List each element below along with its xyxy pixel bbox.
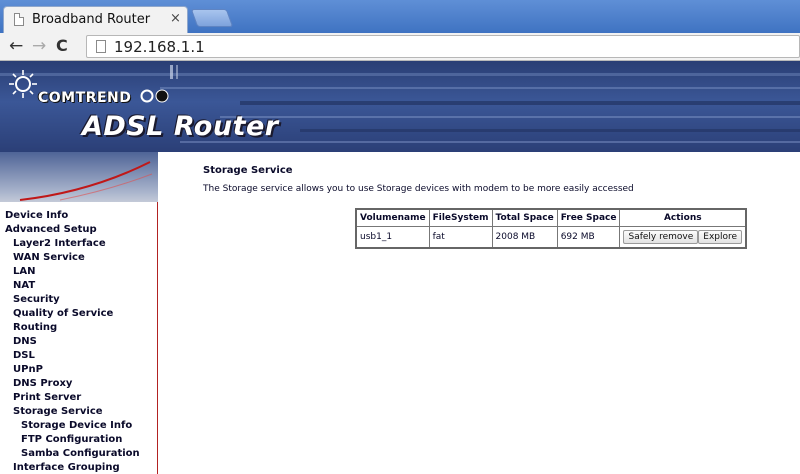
comtrend-logo-icon (9, 70, 37, 98)
new-tab-button[interactable] (190, 9, 234, 27)
sidebar-item[interactable]: LAN (13, 265, 35, 278)
browser-toolbar: ← → C 192.168.1.1 (0, 33, 800, 61)
safely-remove-button[interactable]: Safely remove (623, 230, 699, 244)
browser-tab[interactable]: Broadband Router × (3, 6, 188, 33)
column-header-actions: Actions (619, 208, 747, 227)
page-description: The Storage service allows you to use St… (203, 184, 634, 194)
sidebar-item[interactable]: Print Server (13, 391, 81, 404)
sidebar-item[interactable]: DSL (13, 349, 35, 362)
cell-actions: Safely remove Explore (619, 226, 747, 249)
url-text[interactable]: 192.168.1.1 (114, 38, 205, 56)
browser-titlebar: Broadband Router × (0, 0, 800, 33)
sidebar-item[interactable]: Interface Grouping (13, 461, 120, 474)
page-icon (96, 40, 106, 53)
table-header-row: Volumename FileSystem Total Space Free S… (355, 208, 747, 227)
sidebar-item[interactable]: Layer2 Interface (13, 237, 106, 250)
sidebar-item[interactable]: Quality of Service (13, 307, 113, 320)
close-tab-icon[interactable]: × (170, 11, 181, 26)
sidebar-item[interactable]: DNS (13, 335, 37, 348)
brand-circles-icon (140, 89, 169, 103)
sidebar-item[interactable]: NAT (13, 279, 35, 292)
sidebar-item[interactable]: UPnP (13, 363, 43, 376)
cell-total-space: 2008 MB (491, 226, 558, 249)
sidebar-item[interactable]: Storage Service (13, 405, 103, 418)
sidebar-item[interactable]: Security (13, 293, 60, 306)
sidebar-item[interactable]: Device Info (5, 209, 68, 222)
storage-table: Volumename FileSystem Total Space Free S… (355, 208, 748, 249)
brand-name: COMTREND (38, 90, 132, 106)
product-name: ADSL Router (82, 111, 279, 142)
sidebar-graphic (0, 152, 158, 202)
sidebar-item[interactable]: Routing (13, 321, 57, 334)
sidebar-item[interactable]: Advanced Setup (5, 223, 97, 236)
reload-icon[interactable]: C (56, 36, 68, 56)
column-header-filesystem: FileSystem (428, 208, 493, 227)
sidebar-item[interactable]: Storage Device Info (21, 419, 132, 432)
sidebar-item[interactable]: Samba Configuration (21, 447, 140, 460)
cell-volumename: usb1_1 (355, 226, 430, 249)
column-header-total-space: Total Space (491, 208, 558, 227)
page-title: Storage Service (203, 165, 293, 176)
sidebar-item[interactable]: FTP Configuration (21, 433, 122, 446)
column-header-free-space: Free Space (556, 208, 621, 227)
router-banner: COMTREND ADSL Router (0, 61, 800, 152)
cell-free-space: 692 MB (556, 226, 621, 249)
cell-filesystem: fat (428, 226, 493, 249)
address-bar[interactable]: 192.168.1.1 (86, 35, 800, 58)
sidebar-item[interactable]: DNS Proxy (13, 377, 72, 390)
page-icon (14, 13, 24, 26)
sidebar-nav: Device Info Advanced Setup Layer2 Interfac… (0, 202, 158, 474)
swoosh-graphic (19, 161, 153, 201)
column-header-volumename: Volumename (355, 208, 430, 227)
sidebar-item[interactable]: WAN Service (13, 251, 85, 264)
table-row: usb1_1 fat 2008 MB 692 MB Safely remove E… (355, 226, 747, 249)
explore-button[interactable]: Explore (698, 230, 743, 244)
back-arrow-icon[interactable]: ← (9, 36, 23, 56)
forward-arrow-icon[interactable]: → (32, 36, 46, 56)
tab-title: Broadband Router (32, 12, 151, 27)
